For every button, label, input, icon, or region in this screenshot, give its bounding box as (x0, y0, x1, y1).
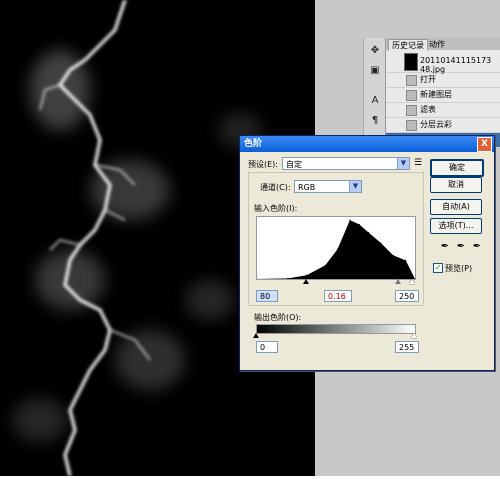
histogram-point (380, 242, 382, 244)
history-snapshot[interactable]: 20110141115173 48.jpg (386, 50, 500, 74)
channel-select[interactable]: RGB ▼ (294, 180, 362, 193)
history-item[interactable]: 新建图层 (386, 88, 500, 103)
input-black-slider[interactable] (303, 279, 309, 284)
history-item[interactable]: 滤表 (386, 103, 500, 118)
history-panel: 历史记录 动作 20110141115173 48.jpg 打开 新建图层 滤表… (385, 38, 500, 148)
output-levels-label: 输出色阶(O): (254, 313, 302, 322)
histogram-point (305, 274, 308, 276)
character-icon[interactable]: A (368, 94, 382, 108)
history-tabs: 历史记录 动作 (386, 38, 500, 51)
input-gamma-field[interactable]: 0.16 (324, 290, 352, 302)
auto-button[interactable]: 自动(A) (430, 199, 482, 215)
brush-preset-icon[interactable]: ✥ (368, 44, 382, 58)
snapshot-thumbnail (404, 53, 418, 71)
preset-label: 预设(E): (248, 160, 278, 169)
histogram-point (392, 254, 394, 257)
history-step-icon (406, 105, 417, 116)
tab-actions[interactable]: 动作 (426, 39, 448, 50)
input-levels-label: 输入色阶(I): (254, 204, 298, 213)
chevron-down-icon: ▼ (349, 181, 361, 192)
paragraph-icon[interactable]: ¶ (368, 114, 382, 128)
history-item[interactable]: 分层云彩 (386, 118, 500, 133)
output-black-slider[interactable] (253, 333, 259, 338)
input-gamma-slider[interactable] (395, 279, 401, 284)
output-white-slider[interactable] (411, 333, 417, 338)
histogram-point (257, 278, 258, 279)
dialog-titlebar[interactable]: 色阶 X (240, 136, 494, 152)
histogram-point (287, 277, 289, 279)
black-eyedropper-icon[interactable]: ✒ (440, 241, 450, 253)
white-eyedropper-icon[interactable]: ✒ (472, 241, 482, 253)
histogram-point (324, 264, 326, 266)
levels-dialog: 色阶 X 预设(E): 自定 ▼ ☰ 通道(C): RGB ▼ 输入色阶(I):… (239, 135, 495, 371)
input-white-slider[interactable] (409, 279, 415, 284)
history-step-icon (406, 75, 417, 86)
output-gradient (256, 324, 416, 334)
channel-label: 通道(C): (260, 183, 291, 192)
chevron-down-icon: ▼ (397, 158, 409, 169)
preset-options-icon[interactable]: ☰ (414, 158, 422, 168)
histogram-point (358, 223, 360, 226)
ok-button[interactable]: 确定 (430, 159, 484, 177)
histogram-chart (257, 219, 415, 279)
dialog-title: 色阶 (244, 139, 263, 149)
clone-source-icon[interactable]: ▣ (368, 64, 382, 78)
output-white-field[interactable]: 255 (395, 341, 419, 353)
histogram-point (336, 248, 339, 250)
panel-icon-strip: ✥ ▣ A ¶ (363, 38, 386, 138)
preset-select[interactable]: 自定 ▼ (282, 157, 410, 170)
input-white-field[interactable]: 250 (395, 290, 419, 302)
histogram-point (349, 219, 351, 221)
history-step-icon (406, 90, 417, 101)
preview-label: 预览(P) (445, 264, 473, 273)
histogram-point (367, 231, 370, 234)
history-item[interactable]: 打开 (386, 73, 500, 88)
options-button[interactable]: 选项(T)... (430, 218, 482, 234)
cancel-button[interactable]: 取消 (430, 177, 482, 193)
histogram (256, 216, 416, 280)
preview-checkbox[interactable]: ✓ (433, 263, 443, 273)
output-black-field[interactable]: 0 (256, 341, 278, 353)
histogram-area (257, 220, 415, 279)
history-step-icon (406, 120, 417, 131)
gray-eyedropper-icon[interactable]: ✒ (456, 241, 466, 253)
close-button[interactable]: X (477, 137, 492, 152)
input-black-field[interactable]: 80 (256, 290, 278, 302)
snapshot-label: 20110141115173 48.jpg (420, 56, 492, 74)
histogram-point (405, 259, 407, 261)
